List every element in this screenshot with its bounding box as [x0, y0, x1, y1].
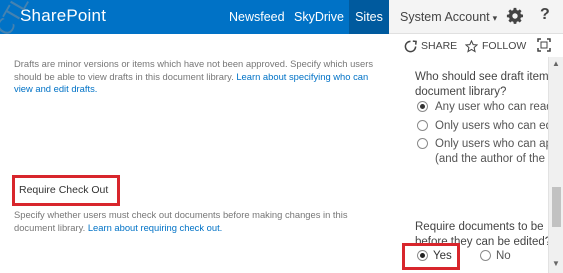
account-menu[interactable]: System Account ▾: [400, 0, 497, 34]
checkout-option-no[interactable]: No: [480, 250, 511, 262]
drafts-question: Who should see draft item document libra…: [415, 70, 548, 99]
star-icon: [465, 39, 478, 53]
option-label: No: [496, 250, 511, 262]
checkout-option-yes[interactable]: Yes: [417, 250, 452, 262]
section-title-require-checkout: Require Check Out: [12, 175, 120, 206]
option-label-line2: (and the author of the: [435, 152, 545, 165]
drafts-question-line2: document library?: [415, 85, 507, 98]
draft-option-approvers[interactable]: Only users who can ap (and the author of…: [415, 137, 548, 166]
drafts-question-line1: Who should see draft item: [415, 71, 548, 83]
radio-button[interactable]: [417, 101, 428, 112]
scroll-up-arrow-icon[interactable]: ▲: [549, 57, 563, 71]
focus-content-icon[interactable]: [537, 38, 551, 52]
checkout-question-line1: Require documents to be: [415, 221, 544, 233]
nav-newsfeed[interactable]: Newsfeed: [229, 0, 285, 34]
scroll-down-arrow-icon[interactable]: ▼: [549, 257, 563, 271]
checkout-description: Specify whether users must check out doc…: [14, 209, 386, 234]
follow-button[interactable]: FOLLOW: [465, 36, 526, 56]
nav-skydrive[interactable]: SkyDrive: [294, 0, 344, 34]
share-icon: [404, 39, 417, 52]
option-label: Any user who can read: [435, 101, 548, 113]
drafts-description: Drafts are minor versions or items which…: [14, 58, 386, 96]
option-label: Only users who can ap: [435, 138, 548, 150]
radio-button[interactable]: [417, 138, 428, 149]
option-label: Yes: [433, 250, 452, 262]
radio-button[interactable]: [417, 120, 428, 131]
scrollbar-thumb[interactable]: [552, 187, 561, 227]
radio-button[interactable]: [417, 250, 428, 261]
share-label: SHARE: [421, 40, 458, 52]
gear-icon[interactable]: [506, 7, 524, 25]
chevron-down-icon: ▾: [492, 13, 498, 23]
checkout-learn-link[interactable]: Learn about requiring check out.: [88, 222, 222, 233]
account-name: System Account: [400, 10, 490, 24]
share-button[interactable]: SHARE: [404, 36, 457, 56]
draft-option-any-reader[interactable]: Any user who can read: [415, 100, 548, 115]
vertical-scrollbar[interactable]: ▲ ▼: [548, 57, 563, 273]
follow-label: FOLLOW: [482, 40, 527, 52]
radio-button[interactable]: [480, 250, 491, 261]
option-label: Only users who can ed: [435, 120, 548, 132]
help-icon[interactable]: ?: [540, 6, 550, 24]
brand-logo[interactable]: SharePoint: [20, 6, 106, 26]
draft-option-editors[interactable]: Only users who can ed: [415, 119, 548, 134]
suite-bar: SharePoint Newsfeed SkyDrive Sites Syste…: [0, 0, 563, 34]
nav-sites[interactable]: Sites: [349, 0, 389, 34]
